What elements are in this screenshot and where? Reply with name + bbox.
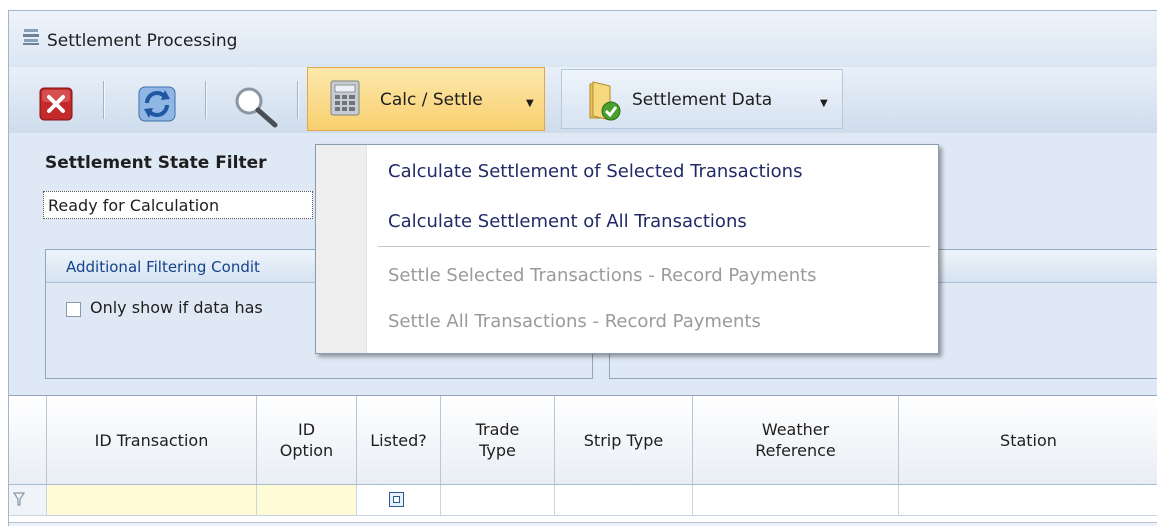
column-header-weather-reference[interactable]: Weather Reference <box>693 396 899 484</box>
settlement-data-button[interactable]: Settlement Data ▼ <box>561 69 843 129</box>
toolbar-separator <box>205 81 207 119</box>
window-title: Settlement Processing <box>47 31 238 51</box>
filter-cell-id-option[interactable] <box>257 485 357 515</box>
only-show-checkbox[interactable] <box>66 302 81 317</box>
filter-cell-trade-type[interactable] <box>441 485 555 515</box>
toolbar-separator <box>103 81 105 119</box>
only-show-label: Only show if data has <box>90 298 263 317</box>
menu-icon-gutter <box>316 145 367 353</box>
menu-item-settle-all: Settle All Transactions - Record Payment… <box>388 311 761 332</box>
filter-row-indicator <box>9 485 47 515</box>
calc-settle-button[interactable]: Calc / Settle ▼ <box>307 67 545 131</box>
filter-cell-station[interactable] <box>899 485 1157 515</box>
folder-check-icon <box>589 81 621 121</box>
settlement-window: Settlement Processing Calc / Settle ▼ Se… <box>8 10 1157 526</box>
row-indicator-header <box>9 396 47 484</box>
filter-funnel-icon[interactable] <box>13 491 25 507</box>
settlement-data-label: Settlement Data <box>632 90 773 110</box>
menu-item-calc-selected[interactable]: Calculate Settlement of Selected Transac… <box>388 161 802 182</box>
calc-settle-label: Calc / Settle <box>380 90 483 110</box>
toolbar: Calc / Settle ▼ Settlement Data ▼ <box>9 67 1157 134</box>
settlement-state-value: Ready for Calculation <box>48 196 220 215</box>
transactions-grid: ID Transaction ID Option Listed? Trade T… <box>9 395 1157 526</box>
filter-title: Settlement State Filter <box>45 153 267 173</box>
toolbar-separator <box>297 81 299 119</box>
menu-item-settle-selected: Settle Selected Transactions - Record Pa… <box>388 265 817 286</box>
column-header-listed[interactable]: Listed? <box>357 396 441 484</box>
filter-cell-weather-reference[interactable] <box>693 485 899 515</box>
grid-footer-border <box>9 522 1157 526</box>
filter-cell-id-transaction[interactable] <box>47 485 257 515</box>
calc-settle-menu: Calculate Settlement of Selected Transac… <box>315 144 939 354</box>
chevron-down-icon: ▼ <box>526 98 534 109</box>
column-header-id-transaction[interactable]: ID Transaction <box>47 396 257 484</box>
grid-header: ID Transaction ID Option Listed? Trade T… <box>9 396 1157 485</box>
menu-item-calc-all[interactable]: Calculate Settlement of All Transactions <box>388 211 747 232</box>
column-header-strip-type[interactable]: Strip Type <box>555 396 693 484</box>
settlement-state-select[interactable]: Ready for Calculation <box>43 191 313 219</box>
calculator-icon <box>330 80 360 116</box>
search-icon[interactable] <box>227 83 287 129</box>
title-bar: Settlement Processing <box>9 11 1157 67</box>
refresh-icon[interactable] <box>137 85 177 123</box>
menu-separator <box>378 246 930 247</box>
column-header-trade-type[interactable]: Trade Type <box>441 396 555 484</box>
column-header-station[interactable]: Station <box>899 396 1157 484</box>
chevron-down-icon: ▼ <box>820 98 828 109</box>
listed-filter-checkbox[interactable] <box>389 492 404 507</box>
column-header-id-option[interactable]: ID Option <box>257 396 357 484</box>
app-stack-icon <box>23 29 39 45</box>
grid-filter-row <box>9 485 1157 516</box>
additional-filtering-title: Additional Filtering Condit <box>66 258 260 276</box>
close-icon[interactable] <box>39 87 73 121</box>
filter-cell-strip-type[interactable] <box>555 485 693 515</box>
